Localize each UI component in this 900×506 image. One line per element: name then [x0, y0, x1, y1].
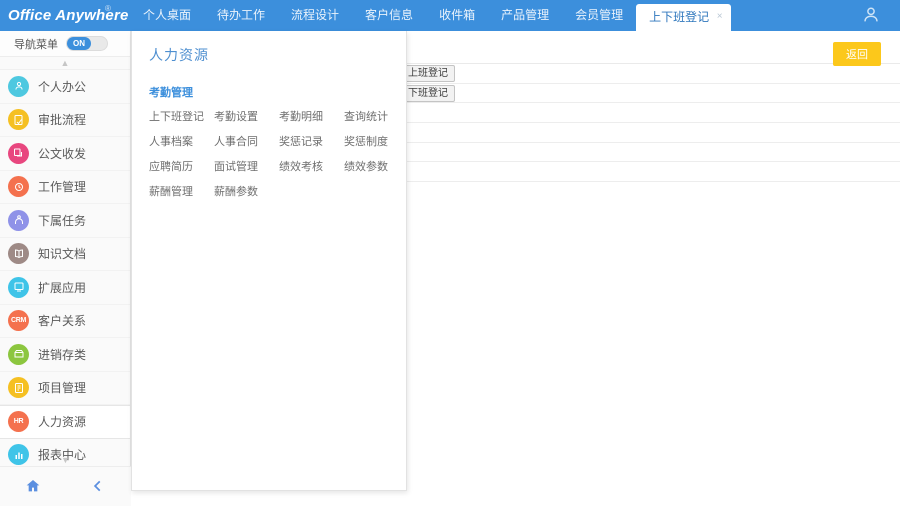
sidebar-scroll-down[interactable]: ▼	[0, 454, 131, 466]
sidebar-item-6[interactable]: 扩展应用	[0, 271, 130, 305]
sidebar-item-label: 工作管理	[38, 180, 87, 195]
tab-label: 收件箱	[439, 8, 476, 22]
return-button[interactable]: 返回	[833, 42, 881, 66]
tab-4[interactable]: 收件箱	[426, 0, 488, 31]
tab-1[interactable]: 待办工作	[204, 0, 278, 31]
tab-3[interactable]: 客户信息	[352, 0, 426, 31]
sidebar-nav-list: 个人办公审批流程公文收发工作管理下属任务知识文档扩展应用 CRM 客户关系进销存类项…	[0, 70, 130, 470]
sidebar-item-icon-abbr: HR	[13, 418, 24, 426]
dropdown-item-8[interactable]: 应聘简历	[149, 159, 214, 176]
sidebar-item-label: 下属任务	[38, 213, 87, 228]
tab-label: 会员管理	[575, 8, 624, 22]
nav-menu-switch[interactable]: ON	[66, 36, 108, 51]
hr-icon: HR	[8, 411, 29, 433]
dropdown-item-12[interactable]: 薪酬管理	[149, 184, 214, 201]
dropdown-item-placeholder	[279, 184, 344, 201]
tab-0[interactable]: 个人桌面	[130, 0, 204, 31]
extension-icon	[8, 276, 29, 298]
tab-label: 待办工作	[217, 8, 266, 22]
dropdown-item-7[interactable]: 奖惩制度	[344, 134, 409, 151]
sidebar-footer	[0, 466, 131, 506]
dropdown-item-9[interactable]: 面试管理	[214, 159, 279, 176]
sidebar-item-2[interactable]: 公文收发	[0, 137, 130, 171]
sidebar-item-10[interactable]: HR 人力资源	[0, 405, 130, 439]
tab-close-icon[interactable]: ×	[714, 11, 725, 22]
sidebar-item-4[interactable]: 下属任务	[0, 204, 130, 238]
sidebar-item-label: 个人办公	[38, 79, 87, 94]
sidebar-item-label: 知识文档	[38, 247, 87, 262]
tab-5[interactable]: 产品管理	[488, 0, 562, 31]
sidebar-item-7[interactable]: CRM 客户关系	[0, 305, 130, 338]
tab-label: 产品管理	[501, 8, 550, 22]
dropdown-item-2[interactable]: 考勤明细	[279, 109, 344, 126]
person-icon	[8, 75, 29, 97]
nav-menu-switch-state: ON	[67, 37, 91, 50]
tab-2[interactable]: 流程设计	[278, 0, 352, 31]
sidebar-item-8[interactable]: 进销存类	[0, 338, 130, 372]
sidebar-item-label: 客户关系	[38, 314, 87, 329]
home-icon[interactable]	[0, 478, 66, 496]
top-bar: Office Anywhere ® 个人桌面 待办工作 流程设计 客户信息 收件箱 产品管…	[0, 0, 900, 31]
tab-label: 个人桌面	[143, 8, 192, 22]
sidebar-item-3[interactable]: 工作管理	[0, 171, 130, 204]
brand-trademark-mark: ®	[105, 4, 111, 13]
brand-logo: Office Anywhere ®	[0, 0, 130, 31]
sidebar-item-label: 项目管理	[38, 381, 87, 396]
tab-bar: 个人桌面 待办工作 流程设计 客户信息 收件箱 产品管理 会员管理 上下班登记 ×	[130, 0, 732, 31]
sidebar-item-9[interactable]: 项目管理	[0, 372, 130, 405]
chevron-left-icon[interactable]	[66, 478, 132, 496]
dropdown-title: 人力资源	[149, 47, 209, 63]
sidebar-item-label: 进销存类	[38, 347, 87, 362]
row-register-button[interactable]: 上班登记	[401, 64, 455, 82]
dropdown-item-13[interactable]: 薪酬参数	[214, 184, 279, 201]
dropdown-item-10[interactable]: 绩效考核	[279, 159, 344, 176]
crm-icon: CRM	[8, 310, 29, 332]
tab-7[interactable]: 上下班登记 ×	[636, 4, 732, 31]
approve-icon	[8, 109, 29, 131]
document-icon	[8, 142, 29, 164]
sidebar-scroll-up[interactable]: ▲	[0, 57, 130, 70]
book-icon	[8, 243, 29, 265]
team-icon	[8, 209, 29, 231]
row-register-button[interactable]: 下班登记	[401, 84, 455, 102]
nav-menu-label: 导航菜单	[14, 38, 58, 51]
dropdown-item-grid: 上下班登记 考勤设置 考勤明细 查询统计人事档案 人事合同 奖惩记录 奖惩制度应聘简历 面试管…	[132, 100, 406, 201]
dropdown-item-1[interactable]: 考勤设置	[214, 109, 279, 126]
dropdown-item-6[interactable]: 奖惩记录	[279, 134, 344, 151]
sidebar: 导航菜单 ON ▲ 个人办公审批流程公文收发工作管理下属任务知识文档扩展应用 CR…	[0, 31, 131, 506]
app-root: Office Anywhere ® 个人桌面 待办工作 流程设计 客户信息 收件箱 产品管…	[0, 0, 900, 506]
tab-label: 客户信息	[365, 8, 414, 22]
dropdown-item-placeholder	[344, 184, 409, 201]
sidebar-item-label: 公文收发	[38, 146, 87, 161]
sidebar-item-label: 人力资源	[38, 415, 87, 430]
sidebar-item-label: 扩展应用	[38, 280, 87, 295]
dropdown-group-title: 考勤管理	[149, 87, 193, 99]
nav-menu-toggle-row: 导航菜单 ON	[0, 31, 130, 57]
dropdown-item-4[interactable]: 人事档案	[149, 134, 214, 151]
sidebar-item-0[interactable]: 个人办公	[0, 70, 130, 104]
hr-dropdown-panel: 人力资源 考勤管理 上下班登记 考勤设置 考勤明细 查询统计人事档案 人事合同 奖惩记录奖…	[131, 31, 407, 491]
work-icon	[8, 176, 29, 198]
tab-label: 上下班登记	[649, 10, 710, 24]
sidebar-item-label: 审批流程	[38, 113, 87, 128]
tab-6[interactable]: 会员管理	[562, 0, 636, 31]
dropdown-item-5[interactable]: 人事合同	[214, 134, 279, 151]
sidebar-item-icon-abbr: CRM	[10, 317, 27, 325]
tab-label: 流程设计	[291, 8, 340, 22]
sidebar-item-5[interactable]: 知识文档	[0, 238, 130, 271]
sidebar-item-1[interactable]: 审批流程	[0, 104, 130, 137]
dropdown-item-11[interactable]: 绩效参数	[344, 159, 409, 176]
project-icon	[8, 377, 29, 399]
dropdown-item-0[interactable]: 上下班登记	[149, 109, 214, 126]
dropdown-item-3[interactable]: 查询统计	[344, 109, 409, 126]
user-icon[interactable]	[860, 4, 882, 26]
inventory-icon	[8, 343, 29, 365]
